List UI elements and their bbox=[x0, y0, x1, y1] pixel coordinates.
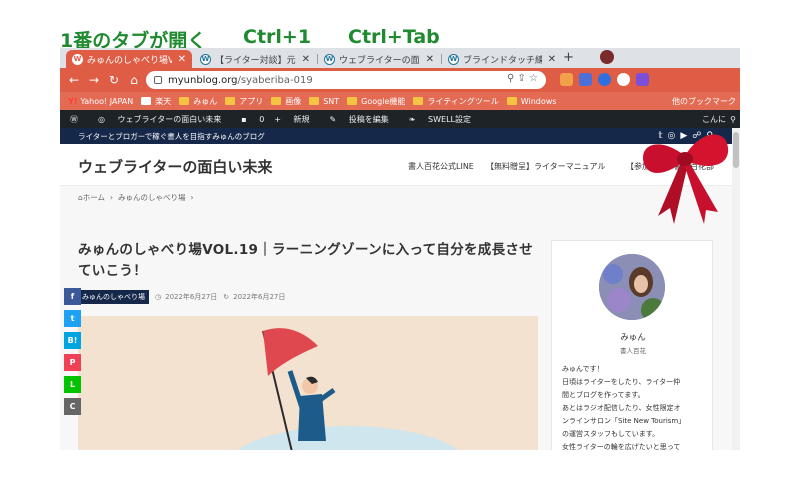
article: みゅんのしゃべり場VOL.19｜ラーニングゾーンに入って自分を成長させ ていこう… bbox=[78, 240, 538, 304]
nav-line[interactable]: 書人百花公式LINE bbox=[408, 161, 474, 172]
home-icon[interactable]: ⌂ bbox=[124, 73, 144, 87]
browser-window: W みゅんのしゃべり場VOL.19｜ ✕ W 【ライター対談】元看護師ko ✕ … bbox=[60, 48, 740, 450]
comment-icon: ▪ bbox=[241, 114, 250, 124]
chevron-right-icon: › bbox=[110, 192, 114, 202]
address-bar[interactable]: myunblog.org /syaberiba-019 ⚲ ⇪ ☆ bbox=[146, 71, 546, 89]
bookmark-writing-tools[interactable]: ライティングツール bbox=[413, 96, 499, 107]
line-share-icon[interactable]: L bbox=[64, 376, 81, 393]
copy-link-icon[interactable]: C bbox=[64, 398, 81, 415]
close-icon[interactable]: ✕ bbox=[178, 54, 186, 65]
wordpress-icon: W bbox=[448, 53, 459, 65]
extension-icon[interactable] bbox=[560, 73, 573, 86]
tab-4[interactable]: W ブラインドタッチ練習サイト ✕ bbox=[442, 50, 562, 68]
ribbon-bow-icon bbox=[643, 134, 729, 224]
dashboard-icon: ◎ bbox=[98, 114, 108, 124]
browser-toolbar: ← → ↻ ⌂ myunblog.org /syaberiba-019 ⚲ ⇪ … bbox=[60, 68, 740, 92]
hatena-share-icon[interactable]: B! bbox=[64, 332, 81, 349]
folder-icon bbox=[506, 97, 517, 105]
tab-search-icon[interactable] bbox=[600, 50, 614, 64]
tab-label: ブラインドタッチ練習サイト bbox=[463, 55, 542, 66]
annotation-ctrl-1: Ctrl+1 bbox=[243, 26, 312, 48]
extension-icons bbox=[560, 73, 649, 86]
wordpress-icon: W bbox=[324, 53, 335, 65]
extension-icon[interactable] bbox=[598, 73, 611, 86]
lock-icon bbox=[154, 76, 162, 84]
published-date: 2022年6月27日 bbox=[165, 293, 218, 301]
refresh-icon: ↻ bbox=[223, 293, 230, 301]
site-tagline: ライターとブロガーで稼ぐ書人を目指すみゅんのブログ bbox=[78, 131, 265, 141]
forward-arrow-icon[interactable]: → bbox=[84, 73, 104, 87]
folder-icon bbox=[413, 97, 424, 105]
bookmark-images[interactable]: 画像 bbox=[271, 96, 301, 107]
swell-icon: ❧ bbox=[408, 114, 419, 124]
breadcrumb-home[interactable]: ホーム bbox=[83, 192, 105, 203]
extension-icon[interactable] bbox=[636, 73, 649, 86]
main-content: みゅんのしゃべり場VOL.19｜ラーニングゾーンに入って自分を成長させ ていこう… bbox=[60, 208, 732, 450]
bookmark-windows[interactable]: Windows bbox=[506, 97, 556, 106]
article-meta: みゅんのしゃべり場 ◷ 2022年6月27日 ↻ 2022年6月27日 bbox=[78, 290, 538, 304]
tab-strip: W みゅんのしゃべり場VOL.19｜ ✕ W 【ライター対談】元看護師ko ✕ … bbox=[60, 48, 740, 68]
wordpress-logo-icon[interactable]: Ⓦ bbox=[70, 114, 78, 125]
tab-label: ウェブライターの面白い未来 bbox=[339, 55, 420, 66]
admin-edit-post[interactable]: ✎ 投稿を編集 bbox=[320, 114, 389, 125]
profile-bio: みゅんです！ 日頃はライターをしたり、ライター仲 間とブログを作ってます。 あと… bbox=[562, 365, 686, 450]
article-eyecatch-image bbox=[78, 316, 538, 450]
clock-icon: ◷ bbox=[155, 293, 162, 301]
back-arrow-icon[interactable]: ← bbox=[64, 73, 84, 87]
other-bookmarks[interactable]: 他のブックマーク bbox=[672, 96, 736, 107]
breadcrumb-category[interactable]: みゅんのしゃべり場 bbox=[118, 192, 186, 203]
twitter-share-icon[interactable]: t bbox=[64, 310, 81, 327]
admin-swell-settings[interactable]: ❧ SWELL設定 bbox=[399, 114, 471, 125]
wordpress-icon: W bbox=[72, 53, 83, 65]
extension-icon[interactable] bbox=[579, 73, 592, 86]
rakuten-icon bbox=[141, 97, 152, 105]
reload-icon[interactable]: ↻ bbox=[104, 73, 124, 87]
bookmark-apps[interactable]: アプリ bbox=[225, 96, 263, 107]
bookmark-yahoo[interactable]: Y! Yahoo! JAPAN bbox=[68, 97, 133, 106]
profile-widget: みゅん 書人百花 みゅんです！ 日頃はライターをしたり、ライター仲 間とブログを… bbox=[551, 240, 713, 450]
bookmark-rakuten[interactable]: 楽天 bbox=[141, 96, 171, 107]
profile-name: みゅん bbox=[620, 333, 646, 343]
folder-icon bbox=[225, 97, 236, 105]
tab-label: みゅんのしゃべり場VOL.19｜ bbox=[87, 55, 172, 66]
article-title: みゅんのしゃべり場VOL.19｜ラーニングゾーンに入って自分を成長させ ていこう… bbox=[78, 242, 533, 279]
extension-icon[interactable] bbox=[617, 73, 630, 86]
url-host: myunblog.org bbox=[168, 74, 238, 86]
pencil-icon: ✎ bbox=[329, 114, 339, 124]
admin-new[interactable]: + 新規 bbox=[274, 114, 309, 125]
admin-comments[interactable]: ▪ 0 bbox=[231, 115, 264, 124]
profile-role: 書人百花 bbox=[620, 347, 646, 355]
folder-icon bbox=[347, 97, 358, 105]
url-path: /syaberiba-019 bbox=[237, 74, 313, 86]
bookmark-snt[interactable]: SNT bbox=[309, 97, 339, 106]
new-tab-button[interactable]: + bbox=[563, 50, 574, 65]
close-icon[interactable]: ✕ bbox=[426, 54, 434, 65]
site-logo[interactable]: ウェブライターの面白い未来 bbox=[78, 156, 272, 177]
tab-1[interactable]: W みゅんのしゃべり場VOL.19｜ ✕ bbox=[66, 50, 192, 68]
screenshot: 1番のタブが開く Ctrl+1 Ctrl+Tab W みゅんのしゃべり場VOL.… bbox=[0, 0, 800, 500]
close-icon[interactable]: ✕ bbox=[548, 54, 556, 65]
folder-icon bbox=[309, 97, 320, 105]
folder-icon bbox=[271, 97, 282, 105]
category-badge[interactable]: みゅんのしゃべり場 bbox=[78, 290, 149, 304]
annotation-ctrl-tab: Ctrl+Tab bbox=[348, 26, 440, 48]
pocket-share-icon[interactable]: P bbox=[64, 354, 81, 371]
admin-site-name[interactable]: ◎ ウェブライターの面白い未来 bbox=[88, 114, 221, 125]
chevron-right-icon: › bbox=[190, 192, 194, 202]
tab-label: 【ライター対談】元看護師ko bbox=[215, 55, 296, 66]
nav-manual[interactable]: 【無料贈呈】ライターマニュアル bbox=[486, 161, 605, 172]
tab-2[interactable]: W 【ライター対談】元看護師ko ✕ bbox=[194, 50, 316, 68]
tab-3[interactable]: W ウェブライターの面白い未来 ✕ bbox=[318, 50, 440, 68]
bookmark-star-icon[interactable]: ⚲ ⇪ ☆ bbox=[507, 73, 538, 84]
avatar bbox=[599, 254, 665, 320]
close-icon[interactable]: ✕ bbox=[302, 54, 310, 65]
bookmarks-bar: Y! Yahoo! JAPAN 楽天 みゅん アプリ 画像 SNT Google機… bbox=[60, 92, 740, 110]
wordpress-icon: W bbox=[200, 53, 211, 65]
folder-icon bbox=[179, 97, 190, 105]
bookmark-myun[interactable]: みゅん bbox=[179, 96, 217, 107]
updated-date: 2022年6月27日 bbox=[233, 293, 286, 301]
bookmark-google[interactable]: Google機能 bbox=[347, 96, 405, 107]
facebook-share-icon[interactable]: f bbox=[64, 288, 81, 305]
